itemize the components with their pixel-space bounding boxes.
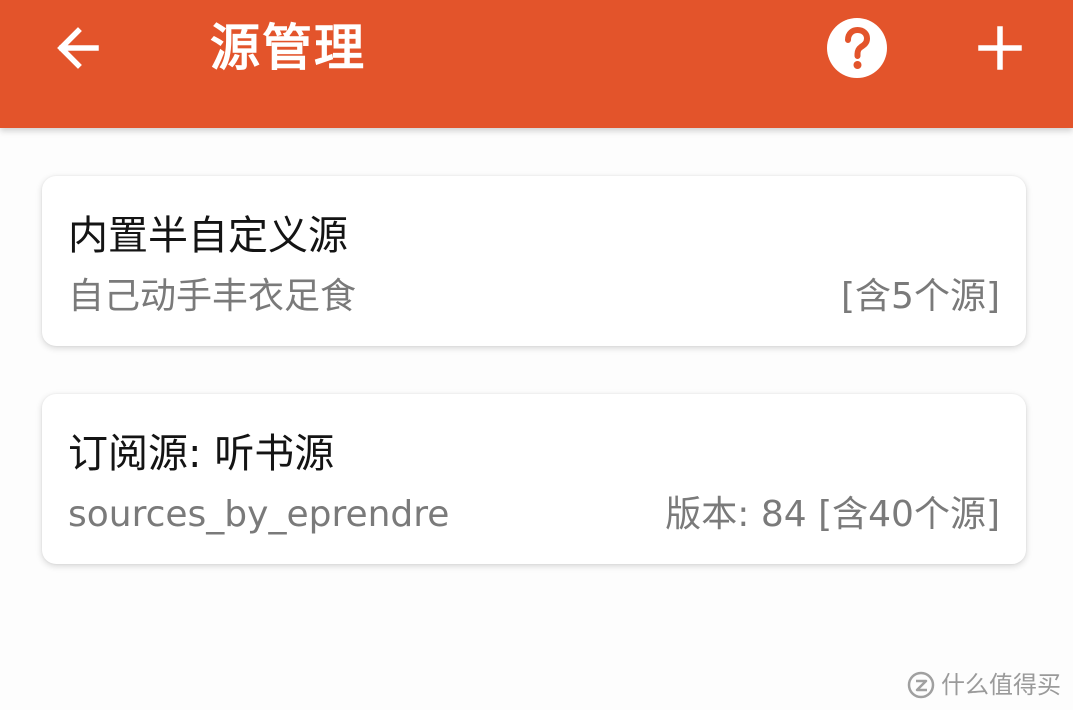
- back-button[interactable]: [44, 14, 112, 82]
- app-bar: 源管理: [0, 0, 1073, 128]
- watermark: 什么值得买: [907, 670, 1061, 700]
- help-button[interactable]: [818, 12, 896, 84]
- help-circle-icon: [827, 18, 887, 78]
- plus-icon: [978, 26, 1022, 70]
- smzdm-logo-icon: [907, 671, 935, 699]
- card-title: 订阅源: 听书源: [68, 431, 335, 477]
- card-source-count: [含5个源]: [841, 276, 1000, 317]
- card-title: 内置半自定义源: [68, 213, 348, 259]
- card-subtitle: sources_by_eprendre: [68, 494, 450, 535]
- watermark-text: 什么值得买: [941, 671, 1061, 699]
- card-subtitle: 自己动手丰衣足食: [68, 276, 357, 317]
- add-button[interactable]: [966, 14, 1034, 82]
- source-card-subscription[interactable]: 订阅源: 听书源 sources_by_eprendre 版本: 84 [含40…: [42, 394, 1026, 564]
- card-version-count: 版本: 84 [含40个源]: [665, 494, 1000, 535]
- source-card-builtin[interactable]: 内置半自定义源 自己动手丰衣足食 [含5个源]: [42, 176, 1026, 346]
- arrow-left-icon: [57, 27, 99, 69]
- page-title: 源管理: [210, 19, 366, 77]
